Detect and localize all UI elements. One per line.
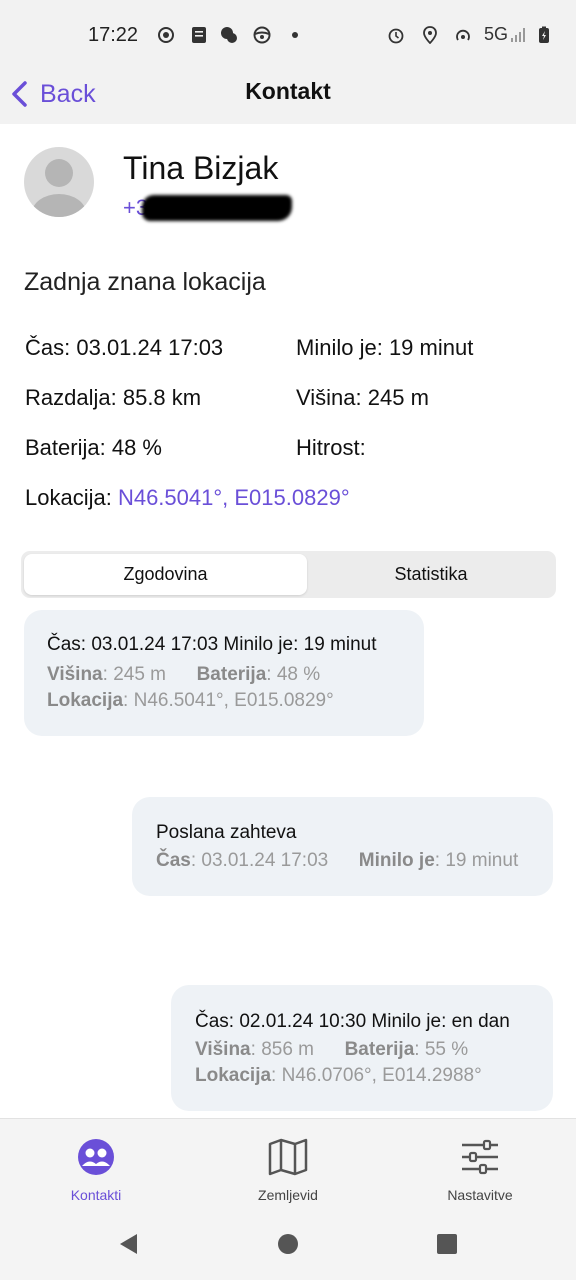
- distance-label: Razdalja: [25, 385, 111, 410]
- back-triangle-icon[interactable]: [117, 1232, 139, 1256]
- alarm-icon: [388, 28, 404, 44]
- nav-map[interactable]: Zemljevid: [208, 1119, 368, 1211]
- history-sub-line: Višina: 245 m Baterija: 48 %: [47, 664, 321, 685]
- tab-history[interactable]: Zgodovina: [24, 554, 307, 595]
- altitude-label: Višina: [47, 664, 103, 685]
- battery-label: Baterija: [196, 664, 267, 685]
- signal-icon: [511, 28, 525, 42]
- history-item[interactable]: Poslana zahteva Čas: 03.01.24 17:03 Mini…: [132, 797, 553, 896]
- altitude-label: Višina: [296, 385, 356, 410]
- elapsed-value: 19 minut: [388, 335, 474, 360]
- nav-contacts[interactable]: Kontakti: [16, 1119, 176, 1211]
- page-title: Kontakt: [245, 78, 331, 104]
- sliders-icon: [462, 1139, 498, 1175]
- nav-contacts-label: Kontakti: [70, 1187, 122, 1203]
- altitude-value: 245 m: [367, 385, 429, 410]
- time-field: Čas: 03.01.24 17:03: [25, 335, 224, 360]
- location-label: Lokacija: [47, 690, 124, 711]
- altitude-field: Višina: 245 m: [296, 385, 429, 410]
- home-circle-icon[interactable]: [277, 1232, 299, 1256]
- history-item[interactable]: Čas: 03.01.24 17:03 Minilo je: 19 minut …: [24, 610, 424, 736]
- location-label: Lokacija: [25, 485, 106, 510]
- request-title: Poslana zahteva: [156, 822, 297, 843]
- time-value: 03.01.24 17:03: [76, 335, 224, 360]
- history-sub-line: Višina: 856 m Baterija: 55 %: [195, 1039, 469, 1060]
- distance-value: 85.8 km: [122, 385, 202, 410]
- last-location-title: Zadnja znana lokacija: [24, 268, 266, 296]
- time-label: Čas: [156, 850, 191, 871]
- nav-map-label: Zemljevid: [258, 1187, 318, 1203]
- redaction-mark: [142, 195, 292, 221]
- elapsed-label: Minilo je: [358, 850, 435, 871]
- hotspot-icon: [456, 29, 470, 41]
- nav-settings-label: Nastavitve: [447, 1187, 513, 1203]
- history-location-line: Lokacija: N46.0706°, E014.2988°: [195, 1065, 482, 1086]
- recents-square-icon[interactable]: [436, 1232, 458, 1256]
- history-main-line: Čas: 03.01.24 17:03 Minilo je: 19 minut: [47, 634, 377, 655]
- battery-value: 48 %: [276, 664, 321, 685]
- speed-field: Hitrost:: [296, 435, 366, 460]
- chat-icon: [221, 27, 237, 43]
- network-label: 5G: [484, 24, 509, 44]
- record-icon: [158, 27, 174, 43]
- altitude-value: 856 m: [261, 1039, 315, 1060]
- altitude-label: Višina: [195, 1039, 251, 1060]
- tab-statistics[interactable]: Statistika: [309, 554, 553, 595]
- nav-settings[interactable]: Nastavitve: [400, 1119, 560, 1211]
- history-sub-line: Čas: 03.01.24 17:03 Minilo je: 19 minut: [156, 850, 519, 871]
- contact-name: Tina Bizjak: [123, 150, 279, 186]
- dot-icon: [292, 32, 298, 38]
- segmented-tabs: Zgodovina Statistika: [21, 551, 556, 598]
- battery-label: Baterija: [25, 435, 100, 460]
- elapsed-value: 19 minut: [445, 850, 519, 871]
- battery-label: Baterija: [344, 1039, 415, 1060]
- location-value: N46.5041°, E015.0829°: [133, 690, 334, 711]
- location-icon: [423, 26, 437, 44]
- note-icon: [192, 27, 206, 43]
- app-header: Back Kontakt: [0, 66, 576, 124]
- location-label: Lokacija: [195, 1065, 272, 1086]
- altitude-value: 245 m: [113, 664, 167, 685]
- history-location-line: Lokacija: N46.5041°, E015.0829°: [47, 690, 334, 711]
- system-navigation: [0, 1210, 576, 1280]
- location-value: N46.0706°, E014.2988°: [281, 1065, 482, 1086]
- speed-label: Hitrost: [296, 435, 360, 460]
- time-value: 03.01.24 17:03: [201, 850, 329, 871]
- contacts-icon: [78, 1139, 114, 1175]
- bottom-navigation: Kontakti Zemljevid Nastavitve: [0, 1118, 576, 1210]
- location-link[interactable]: N46.5041°, E015.0829°: [118, 485, 350, 510]
- battery-icon: [539, 26, 549, 43]
- history-item[interactable]: Čas: 02.01.24 10:30 Minilo je: en dan Vi…: [171, 985, 553, 1111]
- steering-icon: [253, 26, 271, 44]
- status-bar: 17:22 5G: [0, 0, 576, 66]
- map-icon: [268, 1138, 308, 1176]
- location-field: Lokacija: N46.5041°, E015.0829°: [25, 485, 350, 510]
- history-main-line: Čas: 02.01.24 10:30 Minilo je: en dan: [195, 1011, 510, 1032]
- elapsed-label: Minilo je: [296, 335, 377, 360]
- status-time: 17:22: [88, 24, 139, 46]
- battery-field: Baterija: 48 %: [25, 435, 162, 460]
- battery-value: 55 %: [424, 1039, 469, 1060]
- elapsed-field: Minilo je: 19 minut: [296, 335, 474, 360]
- avatar: [24, 147, 94, 217]
- person-icon: [32, 159, 86, 217]
- distance-field: Razdalja: 85.8 km: [25, 385, 202, 410]
- battery-value: 48 %: [111, 435, 162, 460]
- time-label: Čas: [25, 335, 65, 360]
